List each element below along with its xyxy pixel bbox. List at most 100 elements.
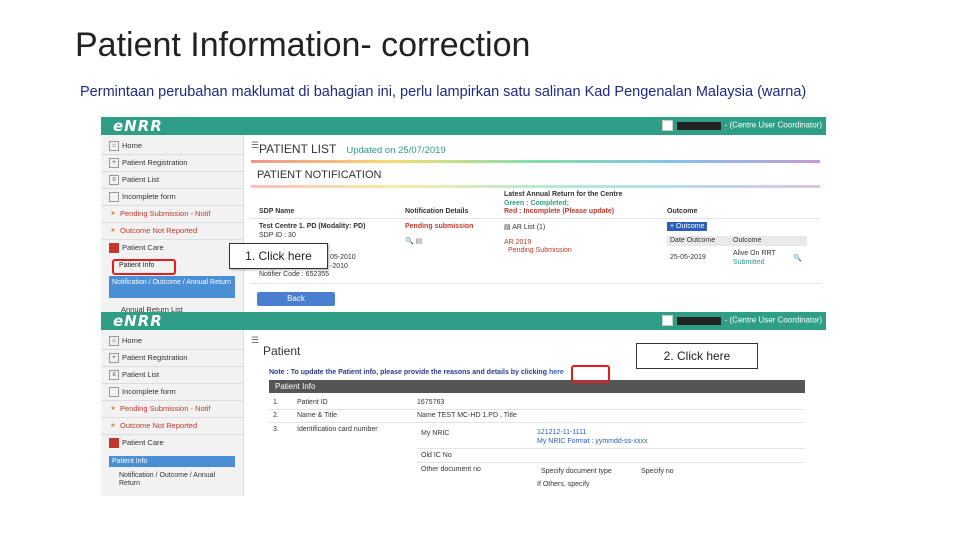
user-add-icon: + — [109, 353, 119, 364]
outcome-value: Alive On RRT — [733, 250, 776, 257]
sidebar-item-home[interactable]: ⌂ Home — [109, 334, 142, 348]
back-button[interactable]: Back — [257, 292, 335, 306]
star-icon: ★ — [110, 406, 116, 413]
outcome-date: 25-05-2019 — [670, 254, 706, 261]
app-topbar: eNRR - (Centre User Coordinator) — [101, 117, 826, 135]
sidebar-item-patient-list[interactable]: ≡ Patient List — [109, 173, 159, 187]
callout-step-2: 2. Click here — [636, 343, 758, 369]
col-outcome: Outcome — [667, 208, 698, 215]
row-no: 3. — [273, 426, 279, 433]
sidebar-item-patient-care[interactable]: Patient Care — [109, 436, 164, 450]
star-icon: ★ — [110, 228, 116, 235]
row-label: Name & Title — [297, 412, 338, 419]
date-outcome-header: Date Outcome — [670, 237, 716, 244]
list-icon: ≡ — [109, 175, 119, 186]
row-no: 1. — [273, 399, 279, 406]
sidebar-item-annual-return[interactable]: Annual Return List — [121, 303, 183, 312]
sidebar: ⌂ Home + Patient Registration ≡ Patient Lis… — [101, 330, 244, 496]
user-icon — [661, 315, 673, 326]
sidebar-item-patient-care[interactable]: Patient Care — [109, 241, 164, 255]
patient-list-title: PATIENT LIST Updated on 25/07/2019 — [259, 142, 446, 156]
notification-title: PATIENT NOTIFICATION — [257, 169, 382, 181]
notifier-code: Notifier Code : 652355 — [259, 271, 330, 278]
sidebar-item-notification[interactable]: Notification / Outcome / Annual Return — [109, 276, 235, 298]
ar-list[interactable]: ▤ AR List (1) — [504, 223, 545, 231]
menu-icon[interactable]: ☰ — [251, 335, 259, 346]
outcome-header: Outcome — [733, 237, 762, 244]
search-doc-icons[interactable]: 🔍 ▤ — [405, 237, 422, 245]
app-logo: eNRR — [113, 117, 163, 135]
patient-info-panel-header: Patient Info — [269, 380, 805, 393]
sidebar-item-pending[interactable]: ★ Pending Submission - Notif — [109, 207, 210, 221]
other-doc-label: Other document no — [421, 466, 481, 473]
legend-green: Green : Completed; — [504, 200, 569, 207]
list-icon: ≡ — [109, 370, 119, 381]
notification-date-2: -2010 — [330, 263, 348, 270]
my-nric-label: My NRIC — [421, 430, 450, 437]
sidebar-item-incomplete[interactable]: Incomplete form — [109, 190, 176, 204]
patient-title: Patient — [263, 344, 301, 358]
app-topbar: eNRR - (Centre User Coordinator) — [101, 312, 826, 330]
sdp-id: SDP ID : 30 — [259, 232, 296, 239]
sidebar-item-notification[interactable]: Notification / Outcome / Annual Return — [119, 472, 229, 488]
sidebar-item-outcome[interactable]: ★ Outcome Not Reported — [109, 224, 197, 238]
callout-step-1: 1. Click here — [229, 243, 328, 269]
specify-doc-type[interactable]: Specify document type — [541, 468, 612, 475]
sidebar: ⌂ Home + Patient Registration ≡ Patient Lis… — [101, 135, 244, 312]
notification-date: 05-2010 — [330, 254, 356, 261]
form-icon — [109, 192, 119, 203]
ar-pending: Pending Submission — [508, 247, 572, 254]
if-others-specify[interactable]: If Others, specify — [537, 481, 590, 488]
update-note: Note : To update the Patient info, pleas… — [269, 369, 564, 376]
sidebar-item-registration[interactable]: + Patient Registration — [109, 351, 187, 365]
menu-icon[interactable]: ☰ — [251, 140, 259, 151]
slide-title: Patient Information- correction — [75, 26, 531, 64]
main-content: ☰ PATIENT LIST Updated on 25/07/2019 PATI… — [245, 135, 826, 312]
app-logo: eNRR — [113, 312, 163, 330]
specify-no[interactable]: Specify no — [641, 468, 674, 475]
highlight-here-link — [571, 365, 610, 383]
row-value: 1675763 — [417, 399, 445, 406]
care-icon — [109, 438, 119, 449]
old-ic-label: Old IC No — [421, 452, 452, 459]
col-sdp-name: SDP Name — [259, 208, 295, 215]
sidebar-item-pending[interactable]: ★ Pending Submission - Notif — [109, 402, 210, 416]
row-label: Identification card number — [297, 426, 378, 433]
ar-year[interactable]: AR 2019 — [504, 239, 531, 246]
home-icon: ⌂ — [109, 141, 119, 152]
slide-subtitle: Permintaan perubahan maklumat di bahagia… — [80, 84, 807, 100]
user-icon — [661, 120, 673, 131]
notification-status[interactable]: Pending submission — [405, 223, 473, 230]
legend-red: Red : Incomplete (Please update) — [504, 208, 615, 215]
search-icon[interactable]: 🔍 — [793, 254, 802, 262]
sidebar-item-outcome[interactable]: ★ Outcome Not Reported — [109, 419, 197, 433]
my-nric-value: 121212-11-1111 — [537, 429, 587, 436]
star-icon: ★ — [110, 423, 116, 430]
form-icon — [109, 387, 119, 398]
highlight-patient-info — [112, 259, 176, 275]
outcome-status: Submitted — [733, 259, 765, 266]
lar-title: Latest Annual Return for the Centre — [504, 191, 623, 198]
row-no: 2. — [273, 412, 279, 419]
row-label: Patient ID — [297, 399, 328, 406]
sdp-name: Test Centre 1. PD (Modality: PD) — [259, 223, 366, 230]
user-add-icon: + — [109, 158, 119, 169]
here-link[interactable]: here — [549, 369, 564, 376]
user-info[interactable]: - (Centre User Coordinator) — [661, 120, 822, 131]
screenshot-patient-list: eNRR - (Centre User Coordinator) ⌂ Home +… — [101, 117, 826, 312]
screenshot-patient-info: eNRR - (Centre User Coordinator) ⌂ Home +… — [101, 312, 826, 496]
outcome-button[interactable]: + Outcome — [667, 222, 708, 231]
redacted-username — [676, 316, 721, 325]
col-notification: Notification Details — [405, 208, 469, 215]
sidebar-item-patient-list[interactable]: ≡ Patient List — [109, 368, 159, 382]
row-value: Name TEST MC-HD 1.PD , Title — [417, 412, 517, 419]
user-info[interactable]: - (Centre User Coordinator) — [661, 315, 822, 326]
sidebar-item-registration[interactable]: + Patient Registration — [109, 156, 187, 170]
sidebar-item-home[interactable]: ⌂ Home — [109, 139, 142, 153]
star-icon: ★ — [110, 211, 116, 218]
sidebar-item-patient-info[interactable]: Patient Info — [109, 456, 235, 467]
my-nric-format: My NRIC Format : yymmdd-ss-xxxx — [537, 438, 648, 445]
care-icon — [109, 243, 119, 254]
sidebar-item-incomplete[interactable]: Incomplete form — [109, 385, 176, 399]
redacted-username — [676, 121, 721, 130]
